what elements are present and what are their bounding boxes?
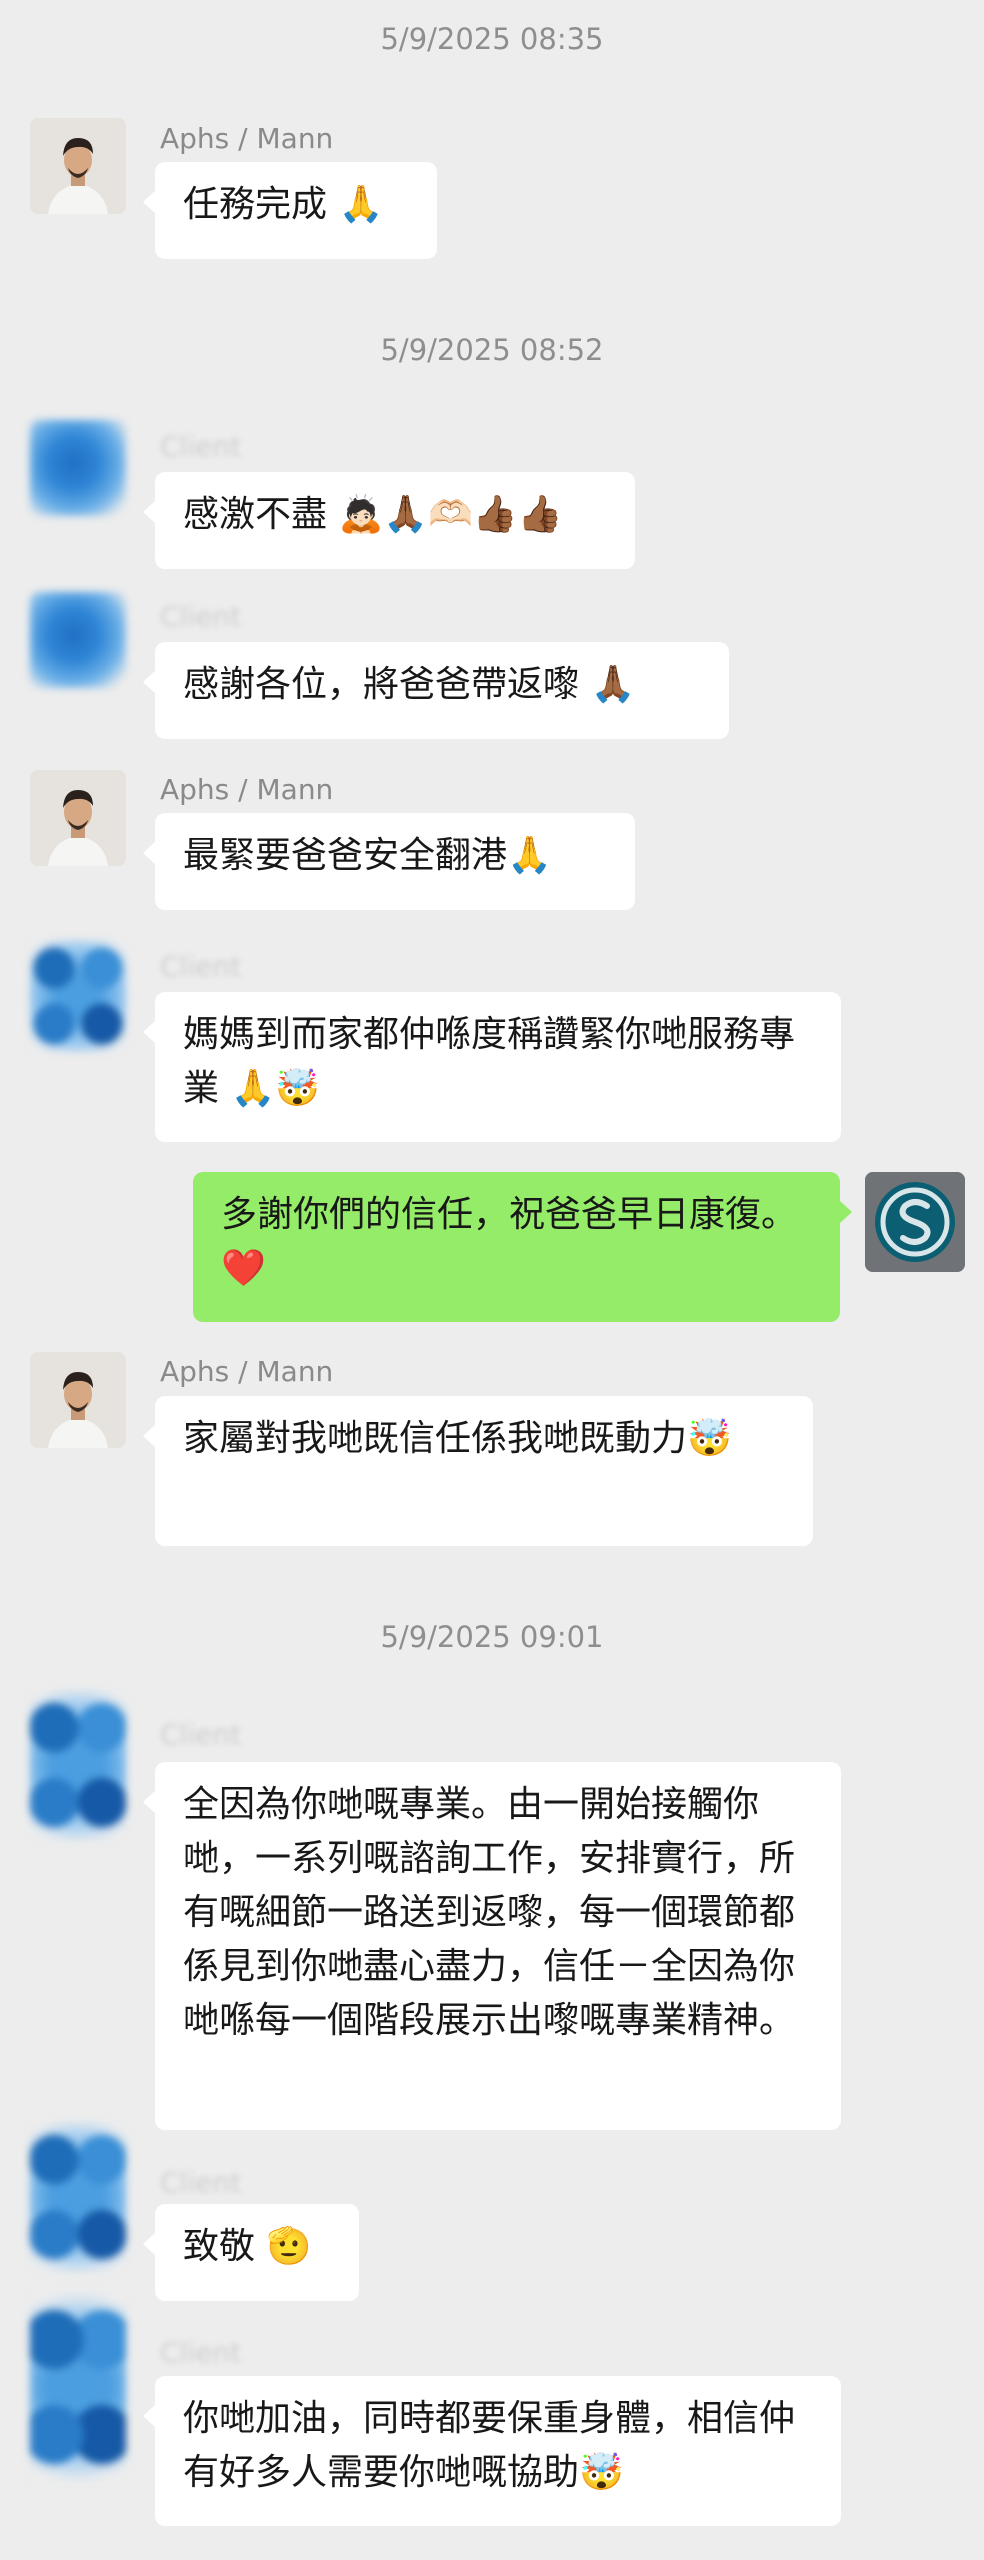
sender-name: Client [160, 430, 242, 463]
timestamp: 5/9/2025 09:01 [380, 1620, 604, 1654]
avatar-person-icon [30, 1352, 126, 1448]
message-bubble[interactable]: 全因為你哋嘅專業。由一開始接觸你哋，一系列嘅諮詢工作，安排實行，所有嘅細節一路送… [143, 1762, 841, 2130]
sender-name: Client [160, 2336, 242, 2369]
message-bubble[interactable]: 感激不盡 🙇🏻🙏🏾🫶🏻👍🏾👍🏾 [143, 472, 635, 569]
message-bubble[interactable]: 感謝各位，將爸爸帶返嚟 🙏🏾 [143, 642, 729, 739]
sender-avatar[interactable] [30, 770, 126, 866]
message-bubble[interactable]: 最緊要爸爸安全翻港🙏 [143, 813, 635, 910]
message-bubble-outgoing[interactable]: 多謝你們的信任，祝爸爸早日康復。❤️ [193, 1172, 852, 1322]
message-bubble[interactable]: 致敬 🫡 [143, 2204, 359, 2301]
sender-avatar[interactable] [30, 2122, 126, 2272]
sender-name: Client [160, 600, 242, 633]
avatar-person-icon [30, 118, 126, 214]
sender-avatar[interactable] [30, 1690, 126, 1840]
sender-name: Client [160, 1718, 242, 1751]
sender-avatar[interactable] [30, 2292, 126, 2482]
sender-avatar[interactable] [30, 420, 126, 516]
message-text: 多謝你們的信任，祝爸爸早日康復。❤️ [221, 1194, 798, 1289]
logo-s-icon [865, 1172, 965, 1272]
message-bubble[interactable]: 任務完成 🙏 [143, 162, 437, 259]
sender-name: Aphs / Mann [160, 1355, 334, 1388]
sender-name: Client [160, 2166, 242, 2199]
message-bubble[interactable]: 媽媽到而家都仲喺度稱讚緊你哋服務專業 🙏🤯 [143, 992, 841, 1142]
sender-avatar[interactable] [30, 940, 126, 1052]
sender-name: Aphs / Mann [160, 773, 334, 806]
sender-avatar[interactable] [30, 1352, 126, 1448]
sender-avatar[interactable] [30, 118, 126, 214]
timestamp: 5/9/2025 08:35 [380, 22, 604, 56]
message-bubble[interactable]: 你哋加油，同時都要保重身體，相信仲有好多人需要你哋嘅協助🤯 [143, 2376, 841, 2526]
avatar-person-icon [30, 770, 126, 866]
my-avatar[interactable] [865, 1172, 965, 1272]
sender-avatar[interactable] [30, 592, 126, 688]
timestamp: 5/9/2025 08:52 [380, 333, 604, 367]
message-bubble[interactable]: 家屬對我哋既信任係我哋既動力🤯 [143, 1396, 813, 1546]
sender-name: Aphs / Mann [160, 122, 334, 155]
sender-name: Client [160, 950, 242, 983]
chat-thread: 5/9/2025 08:35 Aphs / Mann 任務完成 🙏 5/9/20… [0, 0, 984, 2560]
